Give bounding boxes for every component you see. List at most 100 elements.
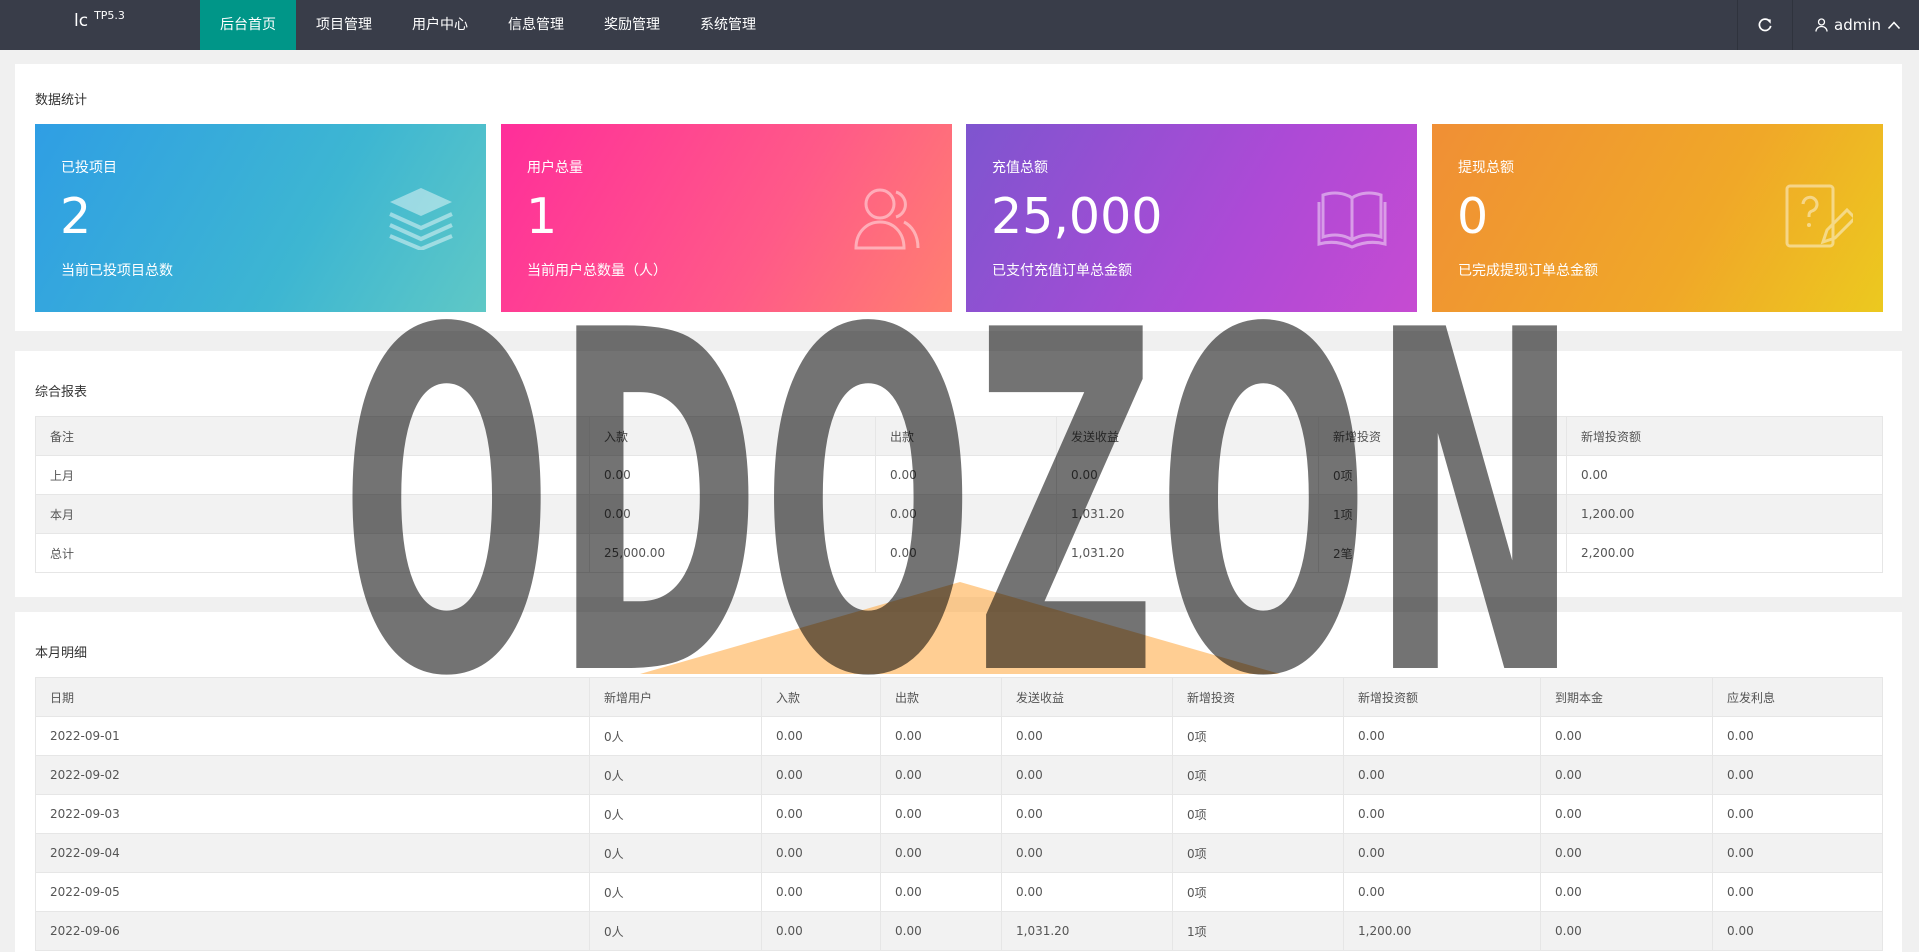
table-cell: 0.00 [880,872,1002,912]
stat-value: 25,000 [991,188,1163,245]
stat-value: 2 [60,188,92,245]
table-cell: 0.00 [880,794,1002,834]
column-header: 新增投资 [1172,677,1344,717]
nav-item-rewards[interactable]: 奖励管理 [584,0,680,50]
stat-value: 0 [1457,188,1489,245]
table-cell: 0.00 [1540,755,1713,795]
table-row: 总计 25,000.00 0.00 1,031.20 2笔 2,200.00 [35,533,1883,573]
table-cell: 2022-09-06 [35,911,590,951]
table-cell: 0.00 [880,833,1002,873]
app-logo-text: lc [74,11,89,31]
column-header: 日期 [35,677,590,717]
stat-card-projects: 已投项目 2 当前已投项目总数 [35,124,486,312]
column-header: 发送收益 [1056,416,1319,456]
nav-item-home[interactable]: 后台首页 [200,0,296,50]
layers-icon [389,188,453,250]
table-cell: 0.00 [1712,833,1883,873]
column-header: 新增投资 [1318,416,1567,456]
column-header: 到期本金 [1540,677,1713,717]
table-cell: 0.00 [1540,716,1713,756]
table-cell: 0人 [589,911,762,951]
table-cell: 1,031.20 [1001,911,1173,951]
users-icon [854,188,920,250]
table-cell: 0.00 [880,755,1002,795]
table-cell: 0.00 [761,755,881,795]
table-cell: 0.00 [1001,833,1173,873]
app-version: TP5.3 [94,9,125,22]
table-cell: 0.00 [1343,716,1541,756]
column-header: 新增用户 [589,677,762,717]
table-row: 2022-09-06 0人 0.00 0.00 1,031.20 1项 1,200.00 0.… [35,911,1883,951]
nav-item-system[interactable]: 系统管理 [680,0,776,50]
table-cell: 0.00 [761,911,881,951]
table-cell: 0人 [589,833,762,873]
table-cell: 0.00 [589,455,876,495]
table-cell: 0.00 [1712,872,1883,912]
stat-card-recharge: 充值总额 25,000 已支付充值订单总金额 [966,124,1417,312]
app-logo[interactable]: lc TP5.3 [74,9,125,31]
table-cell: 1,031.20 [1056,494,1319,534]
table-cell: 0.00 [761,794,881,834]
main-nav: 后台首页 项目管理 用户中心 信息管理 奖励管理 系统管理 [200,0,776,50]
table-cell: 0人 [589,872,762,912]
table-cell: 0.00 [1540,794,1713,834]
nav-item-projects[interactable]: 项目管理 [296,0,392,50]
table-cell: 总计 [35,533,590,573]
table-cell: 1项 [1318,494,1567,534]
table-header-row: 日期 新增用户 入款 出款 发送收益 新增投资 新增投资额 到期本金 应发利息 [35,677,1883,717]
table-cell: 0项 [1172,794,1344,834]
stat-label: 已投项目 [61,160,117,176]
table-row: 2022-09-05 0人 0.00 0.00 0.00 0项 0.00 0.00 0.00 [35,872,1883,912]
table-cell: 2笔 [1318,533,1567,573]
stat-label: 充值总额 [992,160,1048,176]
column-header: 出款 [880,677,1002,717]
book-icon [1317,191,1387,249]
column-header: 备注 [35,416,590,456]
table-cell: 0.00 [1001,755,1173,795]
table-cell: 2022-09-01 [35,716,590,756]
table-cell: 0.00 [589,494,876,534]
table-cell: 0.00 [1343,794,1541,834]
table-cell: 0人 [589,716,762,756]
table-row: 2022-09-03 0人 0.00 0.00 0.00 0项 0.00 0.00 0.00 [35,794,1883,834]
table-header-row: 备注 入款 出款 发送收益 新增投资 新增投资额 [35,416,1883,456]
table-cell: 0.00 [880,716,1002,756]
table-cell: 0.00 [1056,455,1319,495]
table-cell: 0.00 [1712,794,1883,834]
table-cell: 0.00 [875,455,1057,495]
table-cell: 0项 [1172,755,1344,795]
table-cell: 0人 [589,794,762,834]
table-cell: 0.00 [1343,872,1541,912]
table-cell: 0.00 [1712,911,1883,951]
table-cell: 2,200.00 [1566,533,1883,573]
table-row: 上月 0.00 0.00 0.00 0项 0.00 [35,455,1883,495]
nav-right: admin [1737,0,1919,50]
user-menu[interactable]: admin [1792,0,1919,50]
refresh-icon [1758,18,1772,32]
nav-item-info[interactable]: 信息管理 [488,0,584,50]
table-cell: 上月 [35,455,590,495]
refresh-button[interactable] [1737,0,1792,50]
stat-card-withdraw: 提现总额 0 已完成提现订单总金额 [1432,124,1883,312]
report-table: 备注 入款 出款 发送收益 新增投资 新增投资额 上月 0.00 0.00 0.… [35,416,1883,573]
table-cell: 0.00 [1540,872,1713,912]
table-cell: 1项 [1172,911,1344,951]
edit-icon [1785,184,1853,248]
table-cell: 1,031.20 [1056,533,1319,573]
username: admin [1834,16,1881,34]
table-row: 本月 0.00 0.00 1,031.20 1项 1,200.00 [35,494,1883,534]
table-cell: 0.00 [1343,755,1541,795]
table-cell: 1,200.00 [1343,911,1541,951]
table-cell: 2022-09-03 [35,794,590,834]
table-cell: 本月 [35,494,590,534]
stat-desc: 当前已投项目总数 [61,263,173,279]
table-cell: 0.00 [1001,872,1173,912]
nav-item-users[interactable]: 用户中心 [392,0,488,50]
table-row: 2022-09-02 0人 0.00 0.00 0.00 0项 0.00 0.00 0.00 [35,755,1883,795]
table-cell: 0.00 [875,533,1057,573]
column-header: 出款 [875,416,1057,456]
table-cell: 0.00 [1712,716,1883,756]
table-cell: 0.00 [761,833,881,873]
table-cell: 0.00 [1712,755,1883,795]
table-cell: 0项 [1318,455,1567,495]
